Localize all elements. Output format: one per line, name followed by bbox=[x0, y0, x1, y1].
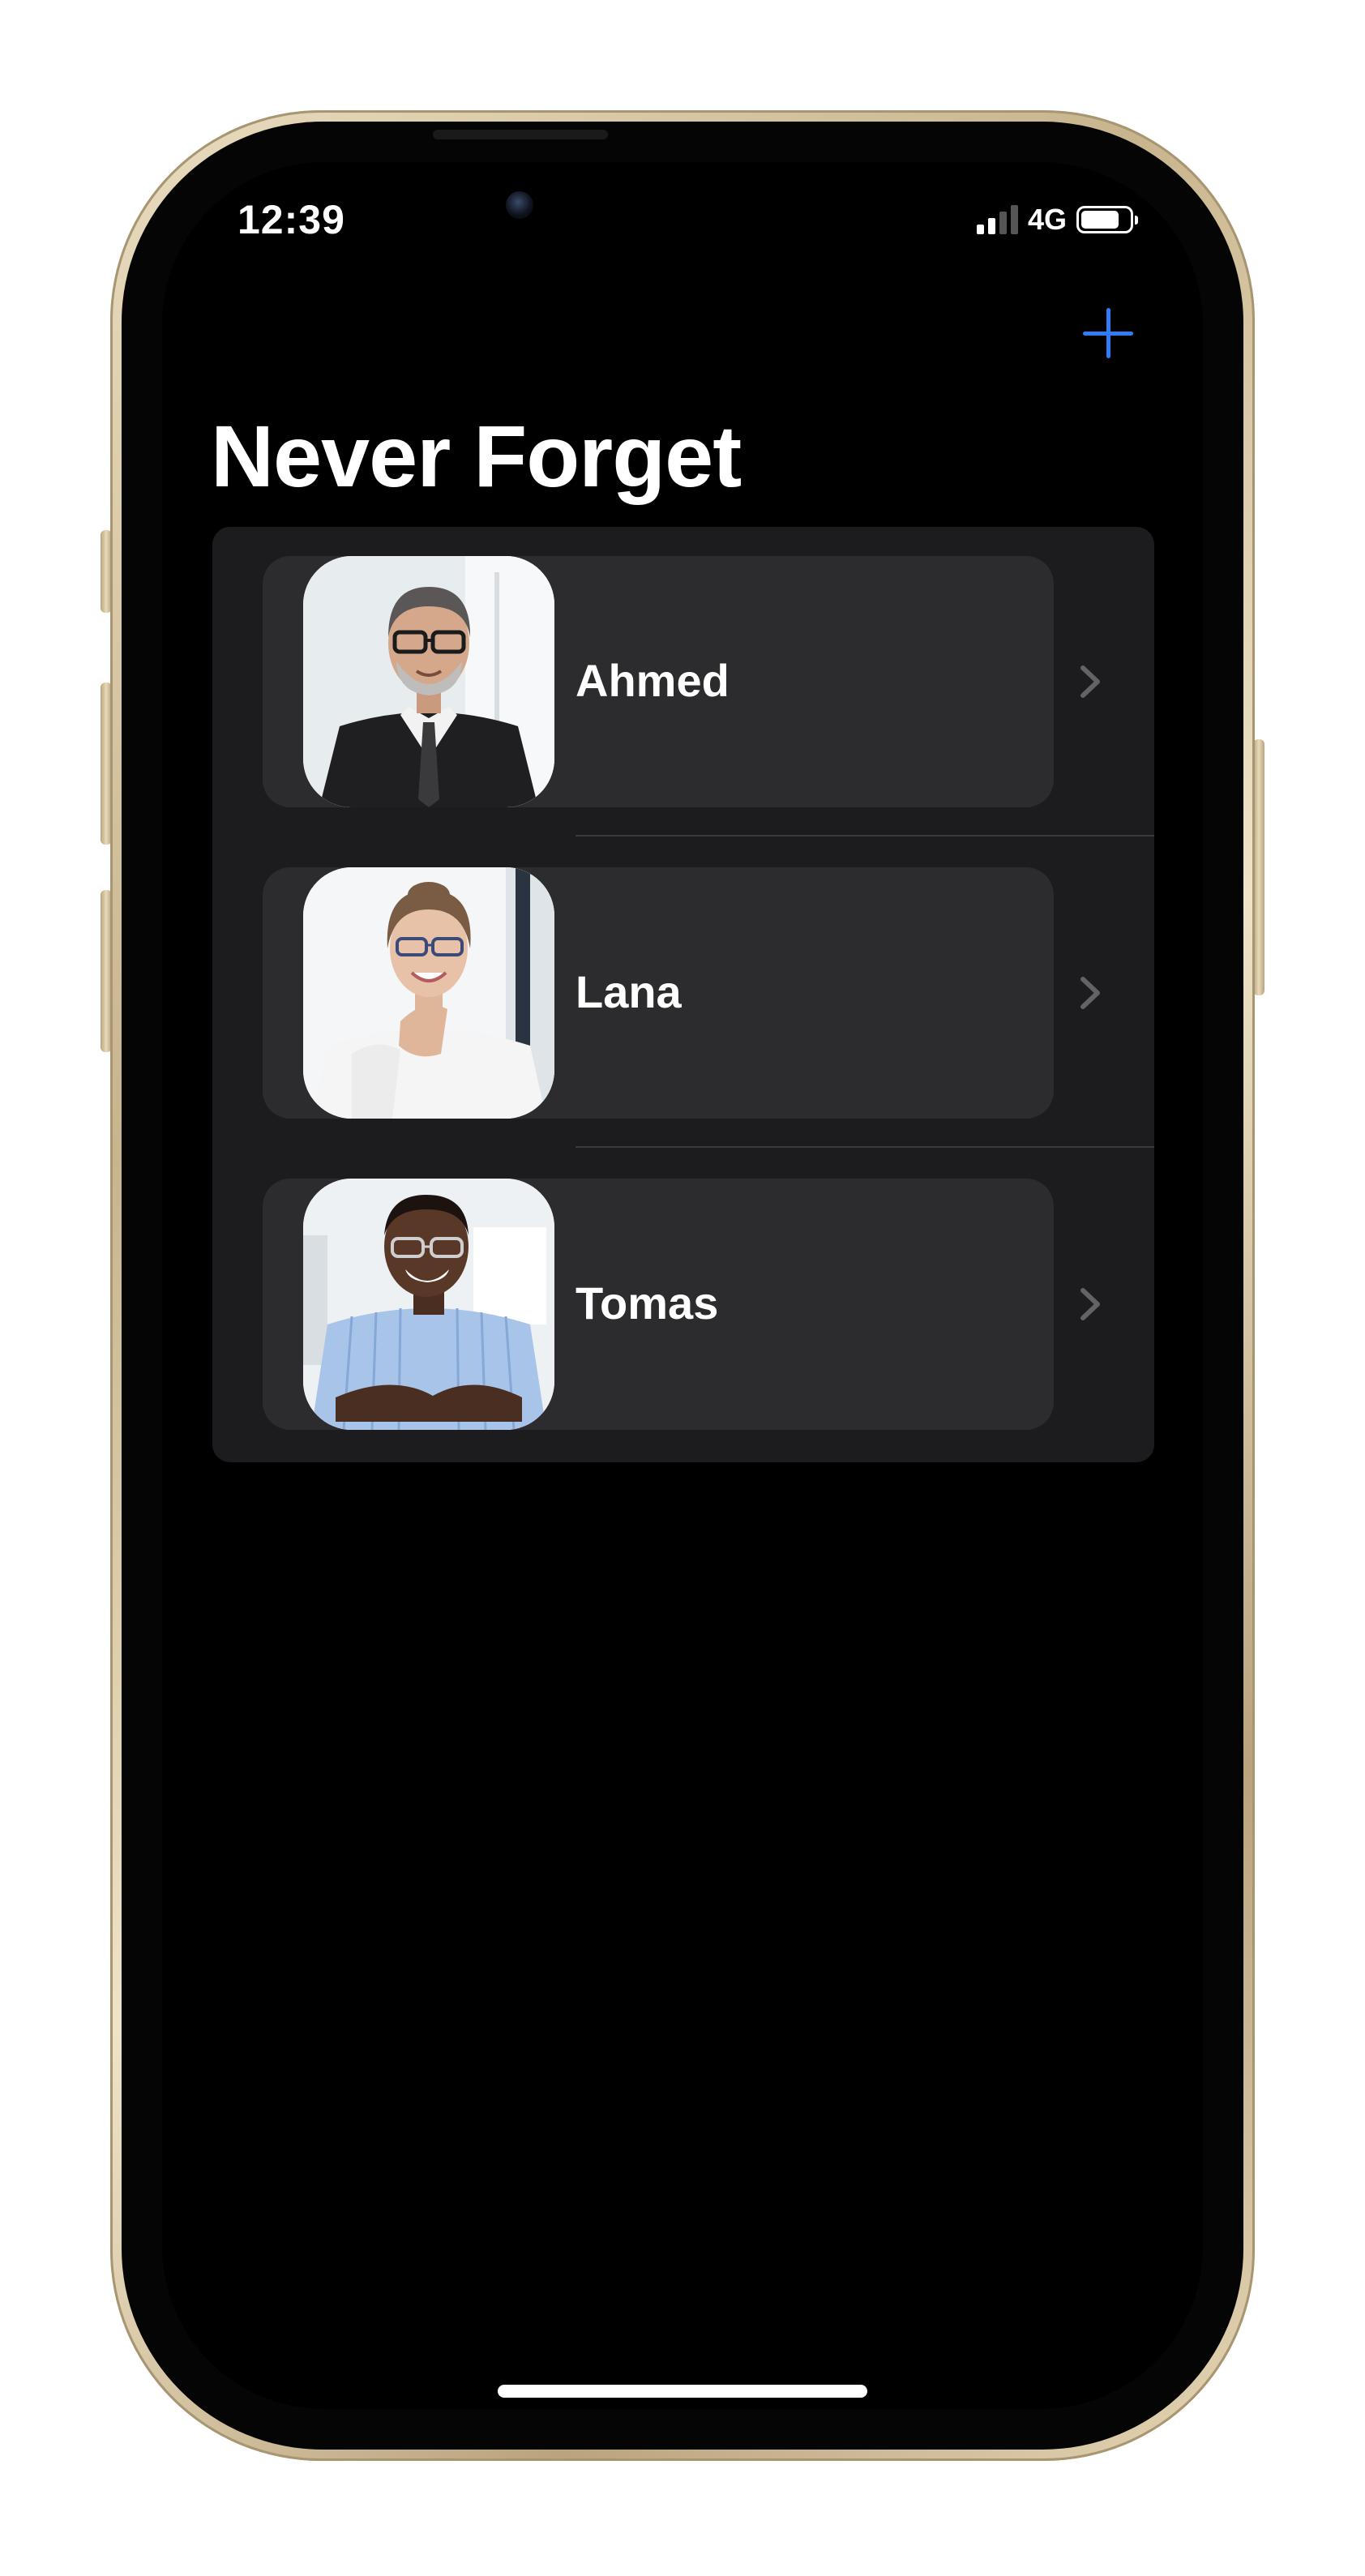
add-person-button[interactable] bbox=[1081, 306, 1135, 360]
cellular-signal-icon bbox=[976, 205, 1018, 234]
front-camera bbox=[506, 191, 533, 219]
person-name: Tomas bbox=[576, 1277, 719, 1329]
power-button bbox=[1253, 739, 1264, 995]
person-name: Lana bbox=[576, 966, 682, 1017]
earpiece-speaker bbox=[433, 130, 608, 139]
person-name: Ahmed bbox=[576, 655, 730, 706]
avatar bbox=[303, 1179, 554, 1430]
device-mockup: 12:39 4G Never Forget Ahmed Lana Tomas bbox=[0, 0, 1365, 2576]
status-time: 12:39 bbox=[237, 197, 345, 242]
people-list: Ahmed Lana Tomas bbox=[212, 527, 1154, 1462]
portrait-man-striped-shirt-image bbox=[303, 1179, 554, 1430]
chevron-right-icon bbox=[1080, 665, 1100, 698]
avatar bbox=[303, 556, 554, 807]
battery-icon bbox=[1076, 206, 1138, 233]
list-item-lana[interactable]: Lana bbox=[212, 838, 1154, 1119]
portrait-man-suit-image bbox=[303, 556, 554, 807]
chevron-right-icon bbox=[1080, 1288, 1100, 1320]
row-separator bbox=[576, 1146, 1154, 1148]
chevron-right-icon bbox=[1080, 977, 1100, 1009]
status-indicators: 4G bbox=[976, 203, 1138, 237]
avatar bbox=[303, 867, 554, 1119]
network-type: 4G bbox=[1027, 203, 1067, 236]
list-item-ahmed[interactable]: Ahmed bbox=[212, 527, 1154, 807]
battery-fill bbox=[1081, 211, 1119, 229]
row-separator bbox=[576, 835, 1154, 837]
list-item-tomas[interactable]: Tomas bbox=[212, 1149, 1154, 1430]
home-indicator[interactable] bbox=[498, 2385, 867, 2398]
screen: 12:39 4G Never Forget Ahmed Lana Tomas bbox=[162, 162, 1203, 2409]
portrait-woman-image bbox=[303, 867, 554, 1119]
page-title: Never Forget bbox=[211, 407, 742, 505]
